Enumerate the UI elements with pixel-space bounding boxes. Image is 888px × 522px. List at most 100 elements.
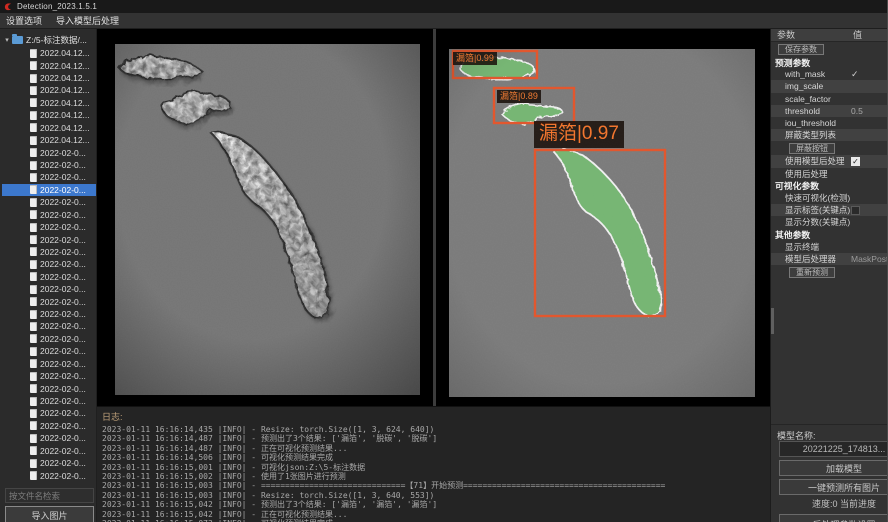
- file-tree-item[interactable]: 2022-02-0...: [2, 246, 97, 258]
- file-tree-item[interactable]: 2022-02-0...: [2, 457, 97, 469]
- file-tree-item[interactable]: 2022-02-0...: [2, 420, 97, 432]
- file-icon: [30, 148, 37, 157]
- tree-root-folder[interactable]: ▾ Z:/5-标注数据/...: [2, 33, 96, 47]
- detection-label: 漏箔|0.97: [534, 121, 624, 148]
- import-images-button[interactable]: 导入图片: [5, 506, 94, 522]
- file-tree-item[interactable]: 2022-02-0...: [2, 171, 97, 183]
- file-tree-item[interactable]: 2022-02-0...: [2, 395, 97, 407]
- source-image-canvas[interactable]: [97, 29, 433, 406]
- param-row-show-label[interactable]: 显示标签(关键点): [771, 204, 888, 216]
- file-tree-item[interactable]: 2022-02-0...: [2, 407, 97, 419]
- checkbox-empty-icon[interactable]: [851, 206, 860, 215]
- file-name: 2022-02-0...: [40, 446, 86, 456]
- checkbox-checked-icon[interactable]: ✓: [851, 157, 860, 166]
- param-row-use-post[interactable]: 使用后处理: [771, 168, 888, 180]
- file-tree-item[interactable]: 2022-02-0...: [2, 295, 97, 307]
- model-name-field[interactable]: 20221225_174813...: [779, 441, 888, 457]
- mask-button[interactable]: 屏蔽按钮: [789, 143, 835, 154]
- file-name: 2022-02-0...: [40, 284, 86, 294]
- log-line: 2023-01-11 16:16:15,042 |INFO| - 正在可视化预测…: [102, 510, 770, 519]
- file-name: 2022.04.12...: [40, 123, 90, 133]
- log-header: 日志:: [97, 407, 770, 425]
- file-tree-item[interactable]: 2022-02-0...: [2, 258, 97, 270]
- param-row-img-scale[interactable]: img_scale: [771, 80, 888, 92]
- file-tree-item[interactable]: 2022-02-0...: [2, 159, 97, 171]
- param-row-with-mask[interactable]: with_mask ✓: [771, 68, 888, 80]
- file-icon: [30, 161, 37, 170]
- param-row-model-post-processor[interactable]: 模型后处理器 MaskPostProc: [771, 253, 888, 265]
- file-icon: [30, 347, 37, 356]
- repredict-button[interactable]: 重新预测: [789, 267, 835, 278]
- load-model-button[interactable]: 加载模型: [779, 460, 888, 476]
- param-label: with_mask: [785, 69, 825, 79]
- file-tree-item[interactable]: 2022-02-0...: [2, 184, 97, 196]
- file-tree-item[interactable]: 2022-02-0...: [2, 208, 97, 220]
- file-tree-item[interactable]: 2022.04.12...: [2, 122, 97, 134]
- file-name: 2022-02-0...: [40, 160, 86, 170]
- menu-settings[interactable]: 设置选项: [6, 14, 42, 27]
- predict-all-button[interactable]: 一键预测所有图片: [779, 479, 888, 495]
- param-row-mask-type-list[interactable]: 屏蔽类型列表: [771, 129, 888, 141]
- expander-icon[interactable]: ▾: [2, 36, 12, 44]
- param-value: MaskPostProc: [851, 253, 888, 265]
- file-name: 2022.04.12...: [40, 98, 90, 108]
- file-tree-item[interactable]: 2022.04.12...: [2, 72, 97, 84]
- param-row-use-model-post[interactable]: 使用模型后处理 ✓: [771, 155, 888, 167]
- file-icon: [30, 384, 37, 393]
- param-row-show-terminal[interactable]: 显示终端: [771, 241, 888, 253]
- param-row-scale-factor[interactable]: scale_factor: [771, 93, 888, 105]
- section-predict-params: 预测参数: [771, 56, 888, 68]
- file-tree-item[interactable]: 2022.04.12...: [2, 109, 97, 121]
- file-name: 2022-02-0...: [40, 359, 86, 369]
- filename-search-input[interactable]: [5, 488, 94, 503]
- file-tree-item[interactable]: 2022-02-0...: [2, 196, 97, 208]
- log-line: 2023-01-11 16:16:15,042 |INFO| - 预测出了3个结…: [102, 500, 770, 509]
- file-tree-item[interactable]: 2022-02-0...: [2, 358, 97, 370]
- file-name: 2022.04.12...: [40, 85, 90, 95]
- file-tree-item[interactable]: 2022-02-0...: [2, 283, 97, 295]
- file-tree-item[interactable]: 2022.04.12...: [2, 47, 97, 59]
- param-row-iou-threshold[interactable]: iou_threshold: [771, 117, 888, 129]
- file-tree-item[interactable]: 2022-02-0...: [2, 308, 97, 320]
- file-tree-item[interactable]: 2022-02-0...: [2, 146, 97, 158]
- file-tree-item[interactable]: 2022-02-0...: [2, 233, 97, 245]
- save-params-button[interactable]: 保存参数: [778, 44, 824, 55]
- param-row-fast-visual[interactable]: 快速可视化(检测): [771, 192, 888, 204]
- file-name: 2022-02-0...: [40, 346, 86, 356]
- file-tree-item[interactable]: 2022-02-0...: [2, 382, 97, 394]
- source-image-svg: [115, 44, 420, 395]
- param-row: 保存参数: [771, 42, 888, 56]
- file-icon: [30, 198, 37, 207]
- file-icon: [30, 223, 37, 232]
- file-name: 2022-02-0...: [40, 259, 86, 269]
- file-icon: [30, 471, 37, 480]
- file-tree-item[interactable]: 2022.04.12...: [2, 84, 97, 96]
- param-row-show-score[interactable]: 显示分数(关键点): [771, 216, 888, 228]
- file-tree-item[interactable]: 2022.04.12...: [2, 134, 97, 146]
- file-tree-item[interactable]: 2022-02-0...: [2, 271, 97, 283]
- file-name: 2022-02-0...: [40, 222, 86, 232]
- file-tree-item[interactable]: 2022.04.12...: [2, 97, 97, 109]
- post-settings-button[interactable]: 后处理参数设置: [779, 514, 888, 522]
- file-tree-item[interactable]: 2022-02-0...: [2, 221, 97, 233]
- menu-import-model-post[interactable]: 导入模型后处理: [56, 14, 119, 27]
- file-icon: [30, 359, 37, 368]
- file-tree-item[interactable]: 2022-02-0...: [2, 320, 97, 332]
- file-icon: [30, 334, 37, 343]
- param-row-threshold[interactable]: threshold 0.5: [771, 105, 888, 117]
- prediction-image-canvas[interactable]: 漏箔|0.99 漏箔|0.89 漏箔|0.97: [436, 29, 770, 406]
- section-other-params: 其他参数: [771, 228, 888, 240]
- file-tree-item[interactable]: 2022-02-0...: [2, 333, 97, 345]
- file-tree-item[interactable]: 2022-02-0...: [2, 370, 97, 382]
- params-scrollbar-thumb[interactable]: [771, 308, 774, 334]
- file-icon: [30, 272, 37, 281]
- file-tree-item[interactable]: 2022-02-0...: [2, 469, 97, 481]
- source-image: [115, 44, 420, 395]
- file-name: 2022-02-0...: [40, 421, 86, 431]
- log-line: 2023-01-11 16:16:14,506 |INFO| - 可视化预测结果…: [102, 453, 770, 462]
- file-tree-item[interactable]: 2022.04.12...: [2, 59, 97, 71]
- divider: [771, 424, 888, 425]
- file-tree-item[interactable]: 2022-02-0...: [2, 345, 97, 357]
- file-tree-item[interactable]: 2022-02-0...: [2, 432, 97, 444]
- file-tree-item[interactable]: 2022-02-0...: [2, 445, 97, 457]
